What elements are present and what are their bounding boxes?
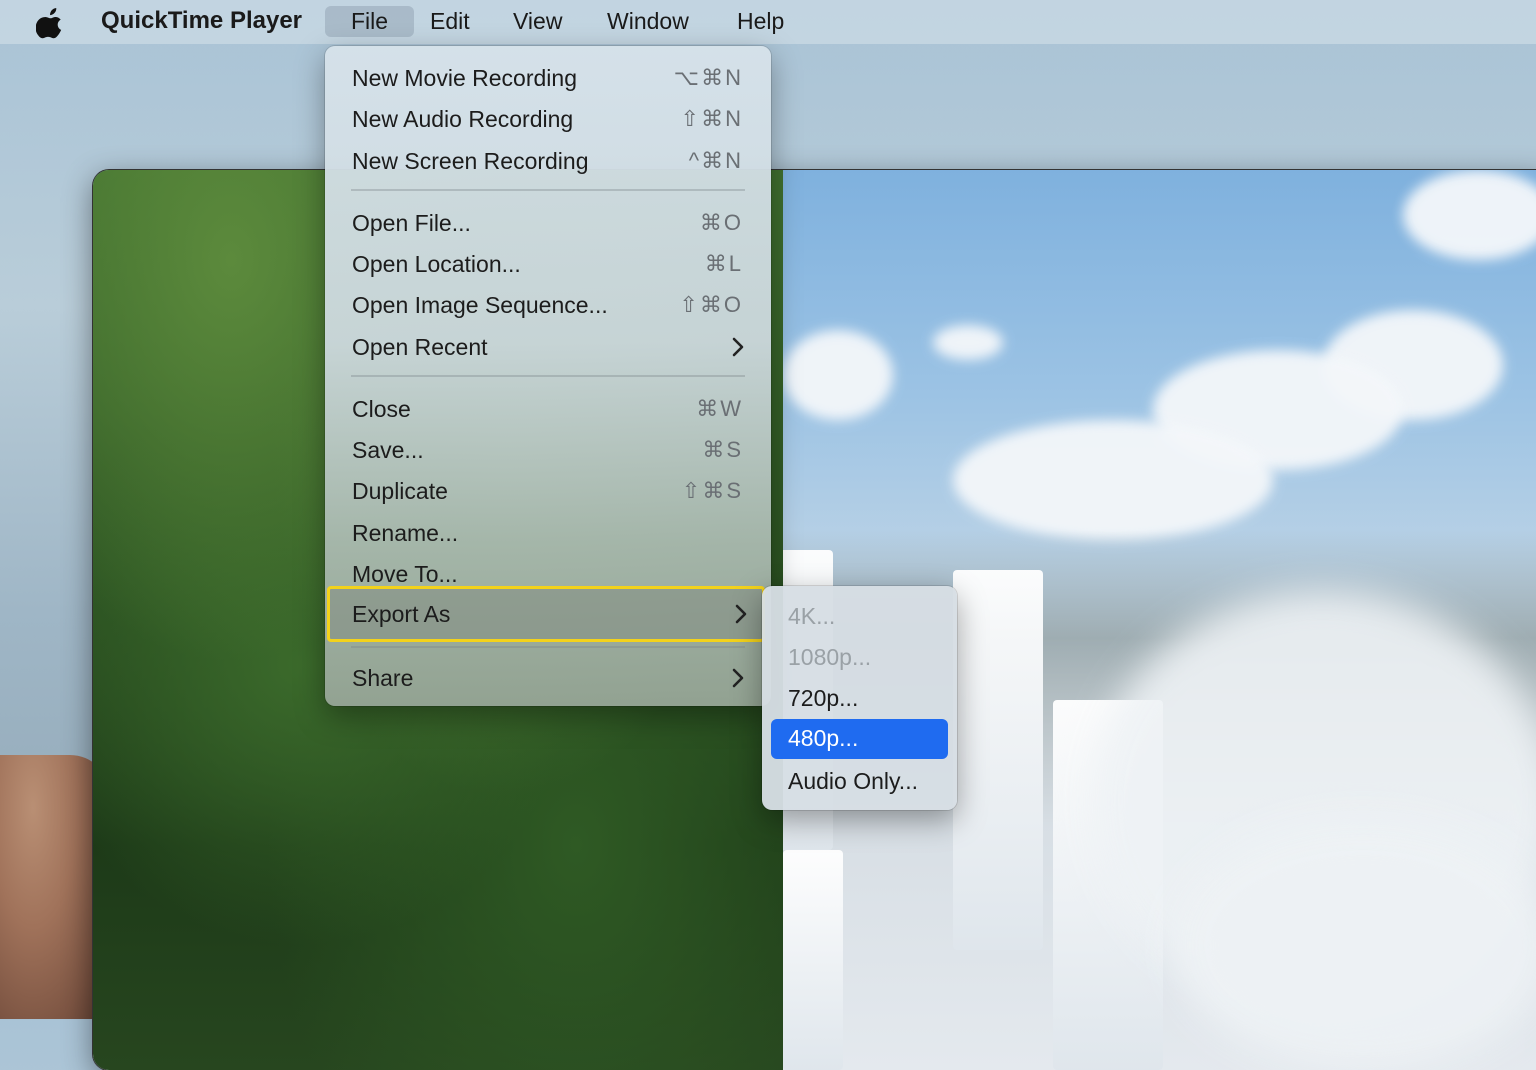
submenu-item-label: 1080p... <box>788 644 872 670</box>
menu-item-shortcut: ⌘S <box>702 437 743 462</box>
chevron-right-icon <box>735 604 747 624</box>
menu-item-shortcut: ⌘W <box>696 396 743 421</box>
submenu-item-label: 4K... <box>788 603 836 629</box>
waterfall <box>783 850 843 1070</box>
menu-item-shortcut: ⌘O <box>699 210 743 235</box>
menu-item-new-audio-recording[interactable]: New Audio Recording ⇧⌘N <box>325 100 771 138</box>
video-cloud <box>933 325 1003 360</box>
apple-logo-icon[interactable] <box>36 7 66 39</box>
submenu-item-480p[interactable]: 480p... <box>771 719 948 759</box>
submenu-item-label: Audio Only... <box>788 768 918 794</box>
file-menu-dropdown: New Movie Recording ⌥⌘N New Audio Record… <box>325 46 771 706</box>
menu-separator <box>351 189 745 191</box>
menu-item-open-file[interactable]: Open File... ⌘O <box>325 204 771 242</box>
menu-item-shortcut: ⌘L <box>704 251 743 276</box>
menu-separator <box>351 375 745 377</box>
submenu-item-1080p: 1080p... <box>771 638 948 676</box>
menu-separator <box>351 646 745 648</box>
menu-item-open-location[interactable]: Open Location... ⌘L <box>325 245 771 283</box>
menu-item-label: Close <box>352 396 411 422</box>
chevron-right-icon <box>732 337 744 357</box>
export-as-submenu: 4K... 1080p... 720p... 480p... Audio Onl… <box>762 586 957 810</box>
menu-item-shortcut: ⇧⌘S <box>681 478 743 503</box>
submenu-item-720p[interactable]: 720p... <box>771 679 948 717</box>
menu-item-label: Save... <box>352 437 424 463</box>
menu-window[interactable]: Window <box>607 6 689 37</box>
chevron-right-icon <box>732 668 744 688</box>
menu-item-shortcut: ^⌘N <box>688 148 743 173</box>
menu-item-label: Export As <box>352 601 451 627</box>
menu-item-export-as[interactable]: Export As <box>327 586 765 642</box>
submenu-item-label: 720p... <box>788 685 859 711</box>
submenu-item-audio-only[interactable]: Audio Only... <box>771 762 948 800</box>
menu-help[interactable]: Help <box>737 6 784 37</box>
video-cloud <box>953 420 1273 540</box>
menu-item-shortcut: ⇧⌘N <box>680 106 743 131</box>
menu-item-shortcut: ⌥⌘N <box>673 65 743 90</box>
menu-item-label: Open Image Sequence... <box>352 292 608 318</box>
menu-item-duplicate[interactable]: Duplicate ⇧⌘S <box>325 472 771 510</box>
menu-item-rename[interactable]: Rename... <box>325 514 771 552</box>
menu-item-label: Share <box>352 665 414 691</box>
waterfall-mist <box>1173 820 1536 1070</box>
menu-file[interactable]: File <box>325 6 415 37</box>
submenu-item-label: 480p... <box>788 725 859 751</box>
menu-edit[interactable]: Edit <box>430 6 470 37</box>
menu-item-label: Open File... <box>352 210 471 236</box>
menu-item-label: Move To... <box>352 561 458 587</box>
menu-item-label: Open Recent <box>352 334 488 360</box>
video-cloud <box>783 330 893 420</box>
menu-item-new-movie-recording[interactable]: New Movie Recording ⌥⌘N <box>325 59 771 97</box>
menu-bar: QuickTime Player File Edit View Window H… <box>0 0 1536 44</box>
menu-item-label: New Audio Recording <box>352 106 574 132</box>
waterfall <box>953 570 1043 950</box>
menu-view[interactable]: View <box>513 6 562 37</box>
menu-item-open-recent[interactable]: Open Recent <box>325 328 771 366</box>
menu-item-label: Open Location... <box>352 251 521 277</box>
menu-item-save[interactable]: Save... ⌘S <box>325 431 771 469</box>
menu-item-share[interactable]: Share <box>325 659 771 697</box>
menu-item-label: New Screen Recording <box>352 148 589 174</box>
app-name-menu[interactable]: QuickTime Player <box>101 7 302 35</box>
menu-item-label: New Movie Recording <box>352 65 577 91</box>
submenu-item-4k: 4K... <box>771 597 948 635</box>
menu-item-open-image-sequence[interactable]: Open Image Sequence... ⇧⌘O <box>325 286 771 324</box>
menu-item-shortcut: ⇧⌘O <box>679 292 743 317</box>
menu-item-label: Duplicate <box>352 478 448 504</box>
menu-item-close[interactable]: Close ⌘W <box>325 390 771 428</box>
menu-item-label: Rename... <box>352 520 459 546</box>
menu-item-new-screen-recording[interactable]: New Screen Recording ^⌘N <box>325 142 771 180</box>
